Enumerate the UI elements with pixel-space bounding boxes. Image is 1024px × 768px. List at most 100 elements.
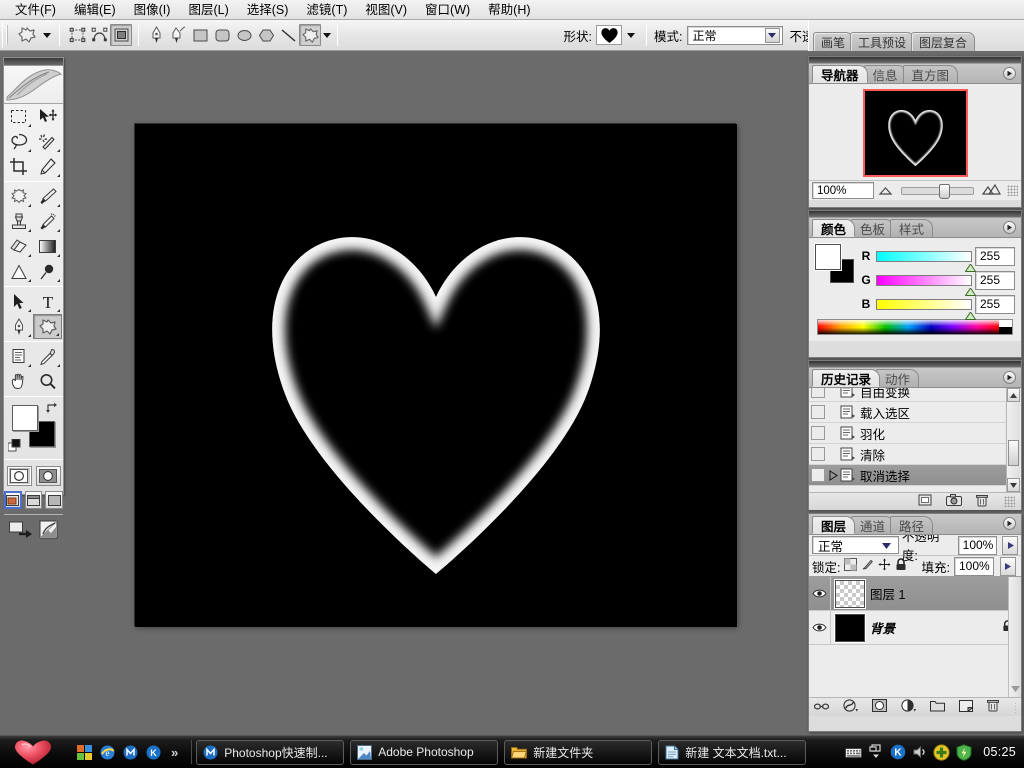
- color-spectrum-bar[interactable]: [817, 319, 1013, 335]
- tab-histogram[interactable]: 直方图: [902, 65, 959, 83]
- jump-to-imageready-icon[interactable]: [8, 520, 33, 542]
- lock-all-icon[interactable]: [895, 558, 907, 574]
- taskbar-button-photoshop[interactable]: Adobe Photoshop: [350, 739, 499, 765]
- paths-button[interactable]: [88, 24, 110, 46]
- menu-file[interactable]: 文件(F): [6, 0, 65, 20]
- tab-info[interactable]: 信息: [863, 65, 907, 83]
- layer-visibility-toggle[interactable]: [809, 577, 831, 610]
- tool-flyout-nub[interactable]: [57, 361, 60, 367]
- slider-knob-icon[interactable]: [964, 285, 977, 296]
- tool-flyout-nub[interactable]: [28, 201, 31, 207]
- standard-screen-mode-button[interactable]: [4, 491, 22, 509]
- layer-style-icon[interactable]: [843, 699, 858, 715]
- history-scroll-thumb[interactable]: [1008, 440, 1019, 466]
- zoom-percent-input[interactable]: 100%: [812, 182, 874, 199]
- kingsoft-tray-icon[interactable]: K: [889, 744, 906, 761]
- tool-move[interactable]: [33, 104, 62, 129]
- new-group-icon[interactable]: [930, 700, 945, 715]
- tool-crop[interactable]: [4, 154, 33, 179]
- imageready-icon[interactable]: [39, 520, 59, 542]
- scroll-down-icon[interactable]: [1007, 478, 1020, 492]
- full-screen-with-menubar-button[interactable]: [24, 491, 43, 509]
- swap-colors-icon[interactable]: [46, 402, 58, 414]
- zoom-in-icon[interactable]: [981, 183, 1002, 198]
- blue-slider[interactable]: [876, 298, 977, 320]
- tab-styles[interactable]: 样式: [890, 219, 934, 237]
- tool-preset-chevron-icon[interactable]: [43, 32, 51, 38]
- adjustment-layer-icon[interactable]: [901, 699, 916, 715]
- white-black-swatches[interactable]: [999, 320, 1012, 334]
- menu-help[interactable]: 帮助(H): [479, 0, 539, 20]
- tool-flyout-nub[interactable]: [28, 251, 31, 257]
- tool-flyout-nub[interactable]: [56, 330, 59, 336]
- palette-drag-bar[interactable]: [809, 57, 1021, 64]
- lock-transparency-icon[interactable]: [844, 558, 858, 574]
- well-tab-layer-comps[interactable]: 图层复合: [911, 32, 976, 51]
- pen-tool-button[interactable]: [145, 24, 167, 46]
- palette-menu-icon[interactable]: [1003, 371, 1016, 384]
- tool-flyout-nub[interactable]: [57, 276, 60, 282]
- tool-flyout-nub[interactable]: [57, 171, 60, 177]
- palette-drag-bar[interactable]: [809, 361, 1021, 368]
- menu-view[interactable]: 视图(V): [356, 0, 416, 20]
- scroll-up-icon[interactable]: [1007, 388, 1020, 402]
- link-layers-icon[interactable]: [813, 700, 830, 714]
- tool-flyout-nub[interactable]: [28, 226, 31, 232]
- green-slider[interactable]: [876, 274, 977, 296]
- taskbar-button-new-folder[interactable]: 新建文件夹: [504, 739, 653, 765]
- slider-knob-icon[interactable]: [964, 261, 977, 272]
- quick-mask-mode-button[interactable]: [35, 466, 61, 486]
- tab-paths[interactable]: 路径: [890, 516, 934, 534]
- tool-clone-stamp[interactable]: [4, 209, 33, 234]
- tool-flyout-nub[interactable]: [28, 276, 31, 282]
- history-source-checkbox[interactable]: [811, 405, 825, 419]
- show-hidden-icons-button[interactable]: [867, 744, 884, 761]
- tool-brush[interactable]: [33, 184, 62, 209]
- layer-name[interactable]: 背景: [870, 618, 1002, 637]
- zoom-slider-thumb[interactable]: [938, 183, 950, 199]
- tool-flyout-nub[interactable]: [57, 226, 60, 232]
- update-icon[interactable]: [933, 743, 950, 761]
- volume-icon[interactable]: [911, 744, 928, 761]
- foreground-color-swatch[interactable]: [12, 405, 38, 431]
- image-canvas[interactable]: [134, 123, 737, 627]
- chevron-down-icon[interactable]: [881, 538, 896, 552]
- clock[interactable]: 05:25: [983, 745, 1016, 759]
- chevron-down-icon[interactable]: [764, 27, 780, 43]
- color-swatches[interactable]: [815, 244, 855, 284]
- tab-color[interactable]: 颜色: [812, 219, 856, 237]
- tab-history[interactable]: 历史记录: [812, 369, 881, 387]
- rectangle-tool-button[interactable]: [189, 24, 211, 46]
- history-state-item[interactable]: 羽化: [809, 423, 1006, 444]
- taskbar-button-notepad[interactable]: 新建 文本文档.txt...: [658, 739, 807, 765]
- taskbar-button-photoshop-tutorial[interactable]: Photoshop快速制...: [196, 739, 345, 765]
- language-bar-icon[interactable]: [845, 744, 863, 761]
- tool-healing-brush[interactable]: [4, 184, 33, 209]
- menu-select[interactable]: 选择(S): [238, 0, 298, 20]
- layer-opacity-slider-button[interactable]: [1002, 535, 1018, 555]
- tool-gradient[interactable]: [33, 234, 62, 259]
- palette-resize-grip[interactable]: [1015, 701, 1016, 713]
- history-state-item[interactable]: 清除: [809, 444, 1006, 465]
- tool-hand[interactable]: [4, 369, 33, 394]
- red-slider[interactable]: [876, 250, 977, 272]
- new-layer-icon[interactable]: [959, 699, 974, 715]
- tool-rectangular-marquee[interactable]: [4, 104, 33, 129]
- history-source-checkbox[interactable]: [811, 388, 825, 398]
- start-button[interactable]: [0, 736, 66, 768]
- tool-eyedropper[interactable]: [33, 344, 62, 369]
- layer-opacity-input[interactable]: 100%: [957, 535, 998, 555]
- well-tab-tool-presets[interactable]: 工具预设: [850, 32, 915, 51]
- history-state-item-selected[interactable]: 取消选择: [809, 465, 1006, 486]
- tool-flyout-nub[interactable]: [28, 121, 31, 127]
- tab-layers[interactable]: 图层: [812, 516, 856, 534]
- tab-actions[interactable]: 动作: [876, 369, 920, 387]
- menu-edit[interactable]: 编辑(E): [65, 0, 125, 20]
- fill-pixels-button[interactable]: [110, 24, 132, 46]
- tool-notes[interactable]: [4, 344, 33, 369]
- polygon-tool-button[interactable]: [255, 24, 277, 46]
- kingsoft-icon[interactable]: K: [145, 744, 161, 760]
- palette-menu-icon[interactable]: [1003, 221, 1016, 234]
- lock-image-icon[interactable]: [861, 558, 874, 574]
- tool-pen[interactable]: [4, 314, 33, 339]
